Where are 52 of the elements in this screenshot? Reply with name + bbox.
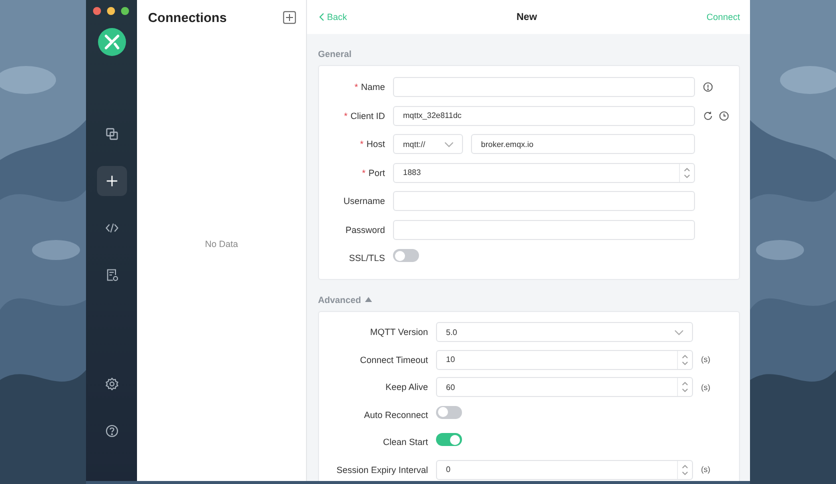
help-icon <box>104 424 118 438</box>
toggle-switch[interactable] <box>436 406 462 419</box>
number-field[interactable]: 60 <box>436 377 693 398</box>
unit-label: (s) <box>701 382 712 392</box>
field-label: Connect Timeout <box>358 354 428 365</box>
text-field[interactable]: mqttx_32e811dc <box>393 106 695 126</box>
number-field[interactable]: 0 <box>436 460 693 480</box>
nav-button[interactable] <box>96 166 126 196</box>
select-field[interactable]: mqtt:// <box>393 134 463 154</box>
clock-icon[interactable] <box>719 110 729 121</box>
plus-square-icon <box>283 10 296 24</box>
text-field[interactable] <box>393 77 695 98</box>
add-connection-button[interactable] <box>283 10 296 24</box>
chevron-left-icon <box>319 13 324 21</box>
unit-label: (s) <box>701 355 712 364</box>
window-controls-icon[interactable] <box>92 6 132 16</box>
toggle-switch[interactable] <box>436 433 462 446</box>
field-label: MQTT Version <box>369 327 428 338</box>
field-label: * Name <box>353 82 385 92</box>
field-label: Keep Alive <box>384 382 428 392</box>
field-label: SSL/TLS <box>348 253 385 264</box>
field-label: Username <box>342 196 385 206</box>
field-label: Password <box>344 224 385 235</box>
section-title: General <box>318 49 352 59</box>
field-label: Clean Start <box>382 437 428 448</box>
text-field[interactable] <box>393 220 695 240</box>
select-field[interactable]: 5.0 <box>436 322 693 342</box>
toggle-switch[interactable] <box>393 249 419 262</box>
plus-icon <box>104 174 118 188</box>
field-label: Session Expiry Interval <box>335 464 428 475</box>
unit-label: (s) <box>701 465 712 474</box>
empty-message: No Data <box>204 238 238 248</box>
number-field[interactable]: 10 <box>436 350 693 370</box>
refresh-icon[interactable] <box>703 110 713 121</box>
number-field[interactable]: 1883 <box>393 162 695 183</box>
caret-up-icon[interactable] <box>365 297 372 302</box>
settings-icon <box>104 377 118 391</box>
field-label: Auto Reconnect <box>362 410 428 420</box>
chevron-down-icon <box>444 140 454 148</box>
page-title: New <box>516 12 538 22</box>
text-field[interactable] <box>393 191 695 212</box>
text-field[interactable]: broker.emqx.io <box>471 134 695 154</box>
field-label: * Port <box>360 168 385 178</box>
logo-icon <box>98 28 126 56</box>
panel-title: Connections <box>148 10 227 24</box>
chevron-down-icon <box>674 328 684 336</box>
info-icon[interactable] <box>703 82 713 92</box>
document-icon <box>104 268 118 282</box>
field-label: * Host <box>358 139 385 150</box>
field-label: * Client ID <box>342 110 385 121</box>
connections-icon <box>104 127 118 141</box>
code-icon <box>104 221 118 235</box>
